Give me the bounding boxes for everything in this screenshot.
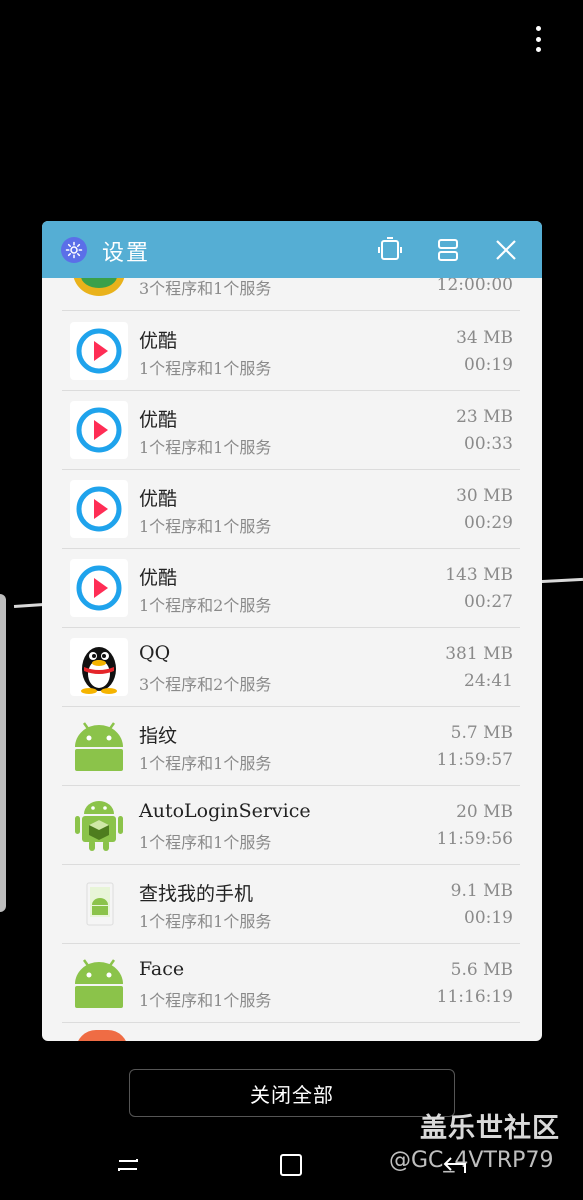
list-item[interactable]: QQ 3个程序和2个服务 381 MB 24:41 [62,627,520,707]
list-item[interactable]: 优酷 1个程序和1个服务 23 MB 00:33 [62,390,520,470]
gear-icon [61,237,87,263]
partial-app-icon [76,1030,128,1041]
watermark-handle: @GC_4VTRP79 [389,1148,554,1173]
list-item[interactable]: 优酷 1个程序和1个服务 30 MB 00:29 [62,469,520,549]
background-window-edge [539,577,583,584]
close-all-button[interactable]: 关闭全部 [129,1069,455,1117]
youku-icon [70,480,128,538]
list-item[interactable]: 优酷 1个程序和1个服务 34 MB 00:19 [62,311,520,391]
android-icon [70,717,128,775]
background-window-edge [13,602,45,609]
list-item[interactable]: 查找我的手机 1个程序和1个服务 9.1 MB 00:19 [62,864,520,944]
more-options-icon[interactable] [532,26,544,52]
android-icon [70,954,128,1012]
youku-icon [70,559,128,617]
home-icon[interactable] [276,1150,306,1180]
list-item[interactable]: Face 1个程序和1个服务 5.6 MB 11:16:19 [62,943,520,1023]
android-box-icon [70,796,128,854]
popup-title: 设置 [102,241,151,266]
list-item[interactable]: AutoLoginService 1个程序和1个服务 20 MB 11:59:5… [62,785,520,865]
partial-app-icon [70,278,128,300]
list-item[interactable]: 3个程序和1个服务 12:00:00 [62,278,520,311]
settings-popup-window: 设置 3个程序和1个服务 12:00:00 优酷 1个程序和1个服务 34 MB… [42,221,542,1041]
youku-icon [70,401,128,459]
rotate-icon[interactable] [375,235,405,265]
edge-panel-handle[interactable] [0,594,6,912]
screen: 设置 3个程序和1个服务 12:00:00 优酷 1个程序和1个服务 34 MB… [0,0,583,1200]
close-icon[interactable] [491,235,521,265]
qq-penguin-icon [70,638,128,696]
find-phone-icon [70,875,128,933]
watermark-title: 盖乐世社区 [420,1113,560,1144]
youku-icon [70,322,128,380]
recents-icon[interactable] [113,1150,143,1180]
popup-titlebar[interactable]: 设置 [42,221,542,278]
list-item[interactable]: 指纹 1个程序和1个服务 5.7 MB 11:59:57 [62,706,520,786]
running-apps-list[interactable]: 3个程序和1个服务 12:00:00 优酷 1个程序和1个服务 34 MB 00… [42,278,542,1041]
split-view-icon[interactable] [433,235,463,265]
back-icon[interactable] [440,1150,470,1180]
list-item[interactable]: 优酷 1个程序和2个服务 143 MB 00:27 [62,548,520,628]
